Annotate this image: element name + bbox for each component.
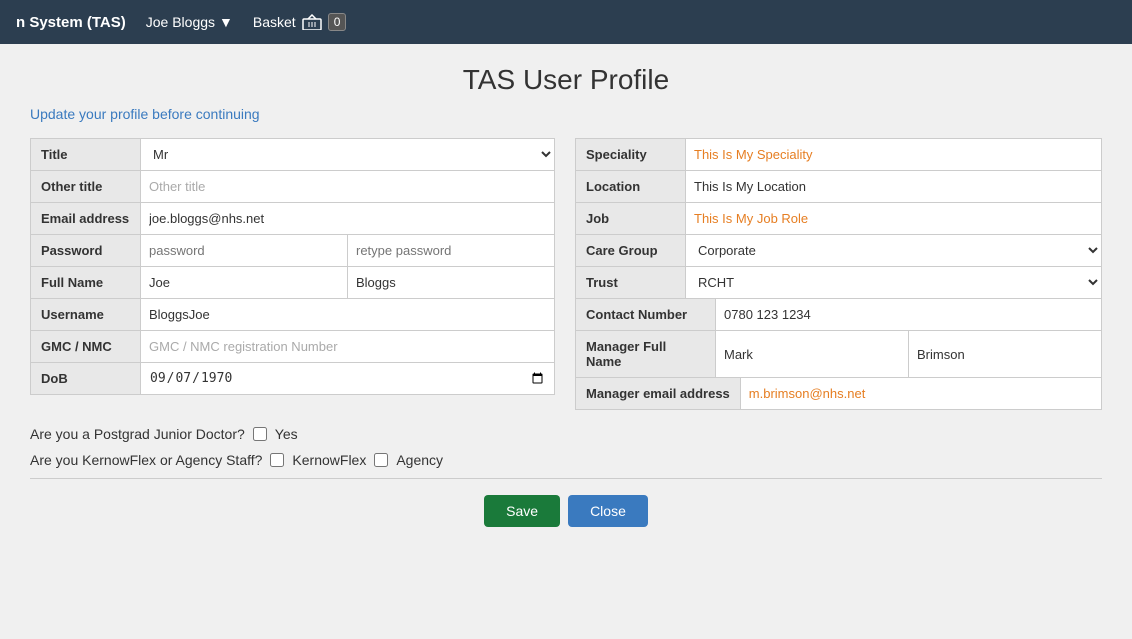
button-row: Save Close bbox=[30, 495, 1102, 547]
manager-name-row: Manager Full Name bbox=[575, 330, 1102, 377]
gmc-field[interactable] bbox=[141, 331, 554, 362]
retype-password-input[interactable] bbox=[347, 235, 554, 266]
manager-name-field bbox=[716, 331, 1101, 377]
navbar: n System (TAS) Joe Bloggs ▼ Basket 0 bbox=[0, 0, 1132, 44]
main-content: TAS User Profile Update your profile bef… bbox=[0, 44, 1132, 639]
gmc-input[interactable] bbox=[141, 332, 554, 361]
username-row: Username bbox=[30, 298, 555, 330]
other-title-input[interactable] bbox=[141, 172, 554, 201]
agency-checkbox[interactable] bbox=[374, 453, 388, 467]
password-input[interactable] bbox=[141, 235, 347, 266]
email-row: Email address bbox=[30, 202, 555, 234]
basket-count: 0 bbox=[328, 13, 347, 31]
manager-firstname-input[interactable] bbox=[716, 331, 908, 377]
location-label: Location bbox=[576, 171, 686, 202]
manager-lastname-input[interactable] bbox=[908, 331, 1101, 377]
job-row: Job bbox=[575, 202, 1102, 234]
username-field[interactable] bbox=[141, 299, 554, 330]
job-field[interactable] bbox=[686, 203, 1101, 234]
agency-row: Are you KernowFlex or Agency Staff? Kern… bbox=[30, 452, 1102, 468]
location-input[interactable] bbox=[686, 172, 1101, 201]
trust-row: Trust RCHT Other bbox=[575, 266, 1102, 298]
navbar-username: Joe Bloggs bbox=[146, 14, 215, 30]
password-label: Password bbox=[31, 235, 141, 266]
title-field[interactable]: Mr Mrs Miss Ms Dr Prof bbox=[141, 139, 554, 170]
speciality-input[interactable] bbox=[686, 140, 1101, 169]
email-label: Email address bbox=[31, 203, 141, 234]
contact-label: Contact Number bbox=[576, 299, 716, 330]
speciality-label: Speciality bbox=[576, 139, 686, 170]
fullname-row: Full Name bbox=[30, 266, 555, 298]
contact-field[interactable] bbox=[716, 299, 1101, 330]
title-select[interactable]: Mr Mrs Miss Ms Dr Prof bbox=[141, 139, 554, 170]
kernowflex-checkbox[interactable] bbox=[270, 453, 284, 467]
username-label: Username bbox=[31, 299, 141, 330]
manager-email-row: Manager email address bbox=[575, 377, 1102, 410]
update-notice: Update your profile before continuing bbox=[30, 106, 1102, 122]
gmc-label: GMC / NMC bbox=[31, 331, 141, 362]
fullname-field bbox=[141, 267, 554, 298]
location-row: Location bbox=[575, 170, 1102, 202]
postgrad-checkbox[interactable] bbox=[253, 427, 267, 441]
dob-row: DoB bbox=[30, 362, 555, 395]
password-field-split bbox=[141, 235, 554, 266]
manager-email-label: Manager email address bbox=[576, 378, 741, 409]
username-input[interactable] bbox=[141, 300, 554, 329]
speciality-row: Speciality bbox=[575, 138, 1102, 170]
agency-label: Agency bbox=[396, 452, 443, 468]
basket-icon bbox=[302, 14, 322, 30]
manager-name-label: Manager Full Name bbox=[576, 331, 716, 377]
close-button[interactable]: Close bbox=[568, 495, 648, 527]
contact-input[interactable] bbox=[716, 300, 1101, 329]
job-label: Job bbox=[576, 203, 686, 234]
postgrad-row: Are you a Postgrad Junior Doctor? Yes bbox=[30, 426, 1102, 442]
title-row: Title Mr Mrs Miss Ms Dr Prof bbox=[30, 138, 555, 170]
care-group-field[interactable]: Corporate Other bbox=[686, 235, 1101, 266]
checkbox-section: Are you a Postgrad Junior Doctor? Yes Ar… bbox=[30, 426, 1102, 468]
trust-field[interactable]: RCHT Other bbox=[686, 267, 1101, 298]
other-title-field[interactable] bbox=[141, 171, 554, 202]
dob-input[interactable] bbox=[141, 363, 554, 394]
agency-question: Are you KernowFlex or Agency Staff? bbox=[30, 452, 262, 468]
trust-select[interactable]: RCHT Other bbox=[686, 267, 1101, 298]
job-input[interactable] bbox=[686, 204, 1101, 233]
navbar-basket[interactable]: Basket 0 bbox=[253, 13, 347, 31]
postgrad-yes-label: Yes bbox=[275, 426, 298, 442]
location-field[interactable] bbox=[686, 171, 1101, 202]
dob-label: DoB bbox=[31, 363, 141, 394]
manager-email-field[interactable] bbox=[741, 378, 1101, 409]
other-title-row: Other title bbox=[30, 170, 555, 202]
postgrad-question: Are you a Postgrad Junior Doctor? bbox=[30, 426, 245, 442]
right-form: Speciality Location Job bbox=[575, 138, 1102, 410]
navbar-brand: n System (TAS) bbox=[16, 14, 126, 31]
other-title-label: Other title bbox=[31, 171, 141, 202]
basket-label: Basket bbox=[253, 14, 296, 30]
navbar-user-menu[interactable]: Joe Bloggs ▼ bbox=[146, 14, 233, 30]
left-form: Title Mr Mrs Miss Ms Dr Prof Other title bbox=[30, 138, 555, 410]
divider bbox=[30, 478, 1102, 479]
page-title: TAS User Profile bbox=[30, 64, 1102, 96]
title-label: Title bbox=[31, 139, 141, 170]
kernowflex-label: KernowFlex bbox=[292, 452, 366, 468]
manager-email-input[interactable] bbox=[741, 379, 1101, 408]
contact-row: Contact Number bbox=[575, 298, 1102, 330]
navbar-user-chevron: ▼ bbox=[219, 14, 233, 30]
form-wrapper: Title Mr Mrs Miss Ms Dr Prof Other title bbox=[30, 138, 1102, 410]
care-group-label: Care Group bbox=[576, 235, 686, 266]
firstname-input[interactable] bbox=[141, 267, 347, 298]
speciality-field[interactable] bbox=[686, 139, 1101, 170]
save-button[interactable]: Save bbox=[484, 495, 560, 527]
gmc-row: GMC / NMC bbox=[30, 330, 555, 362]
care-group-row: Care Group Corporate Other bbox=[575, 234, 1102, 266]
email-input[interactable] bbox=[141, 204, 554, 233]
dob-field[interactable] bbox=[141, 363, 554, 394]
care-group-select[interactable]: Corporate Other bbox=[686, 235, 1101, 266]
lastname-input[interactable] bbox=[347, 267, 554, 298]
email-field[interactable] bbox=[141, 203, 554, 234]
trust-label: Trust bbox=[576, 267, 686, 298]
password-row: Password bbox=[30, 234, 555, 266]
fullname-label: Full Name bbox=[31, 267, 141, 298]
